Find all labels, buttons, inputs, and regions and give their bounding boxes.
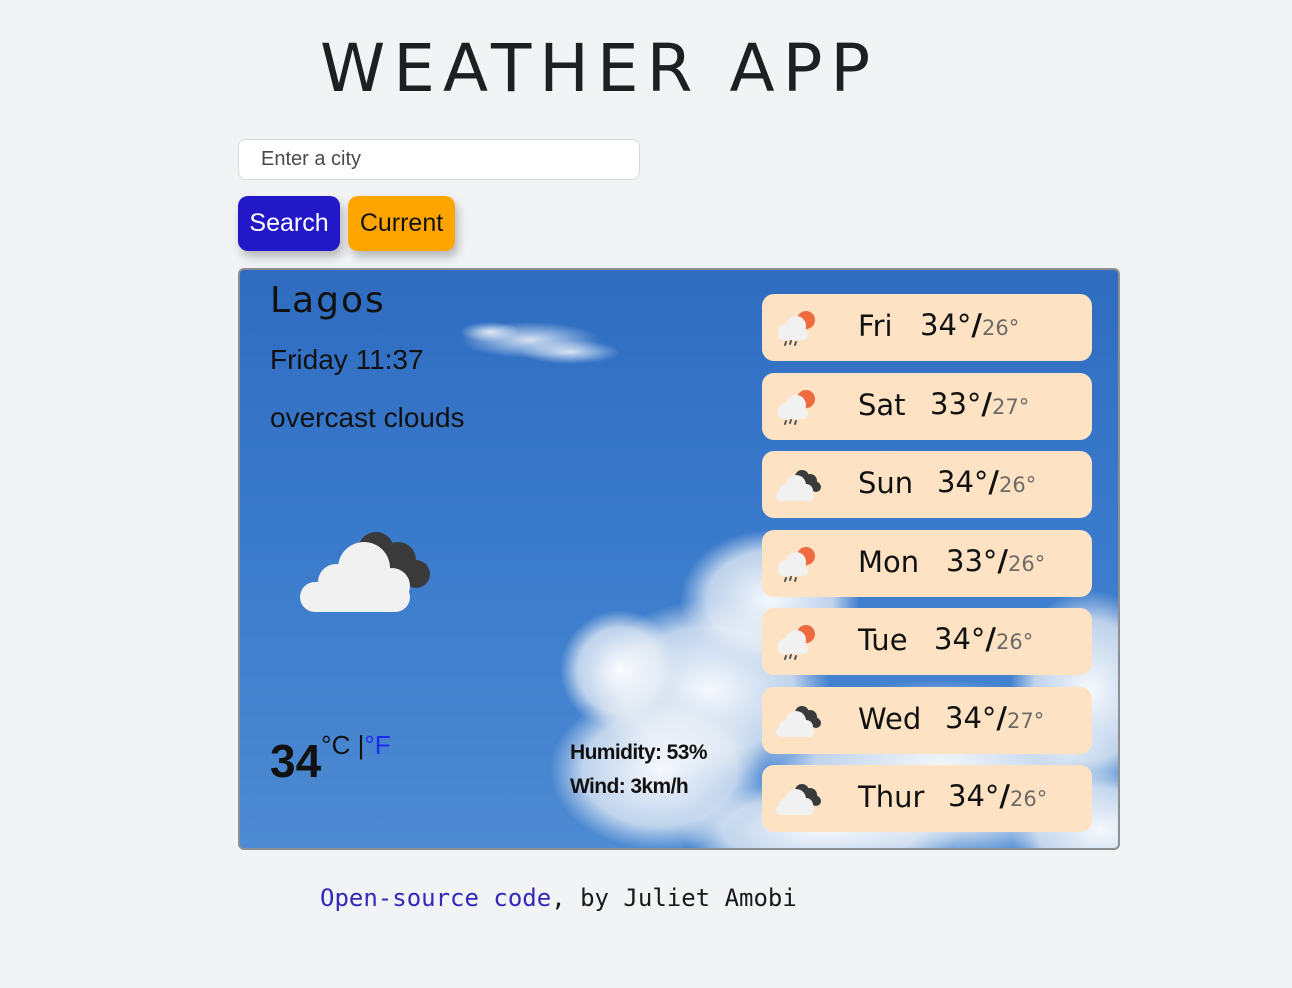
forecast-temps: 34°/26° — [934, 622, 1034, 656]
forecast-temps: 34°/26° — [920, 308, 1020, 342]
celsius-unit[interactable]: °C — [321, 730, 350, 760]
rain-sun-icon — [778, 311, 815, 346]
forecast-day: Fri — [858, 309, 893, 343]
forecast-list: Fri 34°/26° Sat 33°/27° Sun 34°/26° Mon … — [762, 294, 1092, 844]
forecast-temps: 33°/27° — [930, 386, 1030, 421]
forecast-temps: 33°/26° — [946, 543, 1046, 578]
forecast-temps: 34°/27° — [945, 700, 1045, 735]
unit-separator: | — [350, 730, 365, 760]
broken-clouds-icon — [776, 470, 821, 501]
broken-clouds-icon — [776, 784, 821, 815]
date-time: Friday 11:37 — [270, 344, 424, 375]
humidity: Humidity: 53% — [570, 741, 708, 764]
search-button[interactable]: Search — [238, 196, 340, 251]
rain-sun-icon — [778, 625, 815, 660]
footer-author: , by Juliet Amobi — [551, 884, 797, 912]
current-temperature: 34 — [270, 735, 322, 787]
footer: Open-source code, by Juliet Amobi — [320, 884, 797, 912]
weather-details: Humidity: 53% Wind: 3km/h — [570, 736, 708, 804]
weather-description: overcast clouds — [270, 402, 465, 433]
forecast-item: Fri 34°/26° — [762, 294, 1092, 361]
forecast-temps: 34°/26° — [937, 465, 1037, 499]
forecast-item: Sat 33°/27° — [762, 372, 1092, 440]
forecast-item: Mon 33°/26° — [762, 529, 1092, 597]
forecast-temps: 34°/26° — [948, 779, 1048, 813]
rain-sun-icon — [778, 546, 815, 582]
weather-card: Lagos Friday 11:37 overcast clouds 34°C … — [238, 268, 1120, 850]
forecast-item: Sun 34°/26° — [762, 451, 1092, 518]
forecast-item: Thur 34°/26° — [762, 765, 1092, 832]
city-name: Lagos — [270, 280, 386, 321]
broken-clouds-icon — [300, 532, 430, 612]
broken-clouds-icon — [776, 705, 821, 737]
current-temperature-block: 34°C |°F — [270, 730, 391, 787]
forecast-day: Wed — [858, 701, 922, 736]
current-location-button[interactable]: Current — [348, 196, 455, 251]
forecast-item: Wed 34°/27° — [762, 686, 1092, 754]
app-title: WEATHER APP — [320, 30, 879, 107]
forecast-day: Tue — [858, 623, 908, 657]
fahrenheit-link[interactable]: °F — [364, 730, 390, 760]
forecast-day: Sat — [858, 387, 906, 422]
city-search-input[interactable] — [238, 139, 640, 180]
forecast-day: Thur — [858, 780, 925, 814]
rain-sun-icon — [778, 389, 815, 425]
open-source-code-link[interactable]: Open-source code — [320, 884, 551, 912]
forecast-day: Mon — [858, 544, 920, 579]
page: WEATHER APP Search Current — [0, 0, 1292, 988]
forecast-item: Tue 34°/26° — [762, 608, 1092, 675]
forecast-day: Sun — [858, 466, 914, 500]
wind: Wind: 3km/h — [570, 775, 689, 798]
